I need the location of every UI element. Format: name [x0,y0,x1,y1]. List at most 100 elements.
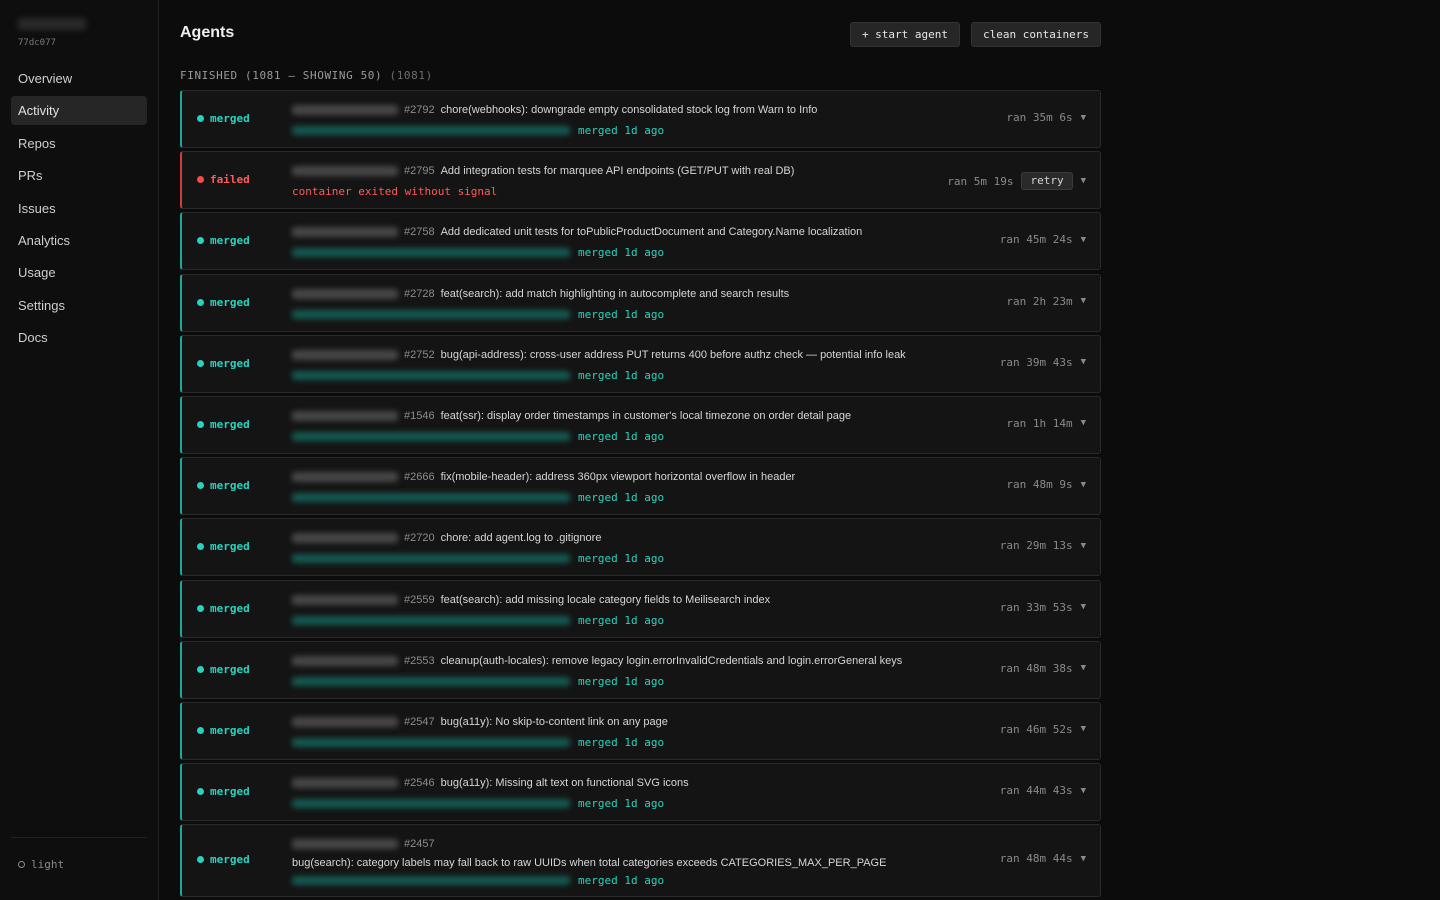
chevron-down-icon[interactable]: ▼ [1081,602,1086,612]
build-id: 77dc077 [18,38,56,48]
pr-number[interactable]: #2720 [404,532,435,544]
pr-number[interactable]: #2795 [404,165,435,177]
chevron-down-icon[interactable]: ▼ [1081,235,1086,245]
retry-button[interactable]: retry [1021,172,1073,191]
agent-row[interactable]: failed #2795 Add integration tests for ma… [180,151,1101,210]
sidebar-item-overview[interactable]: Overview [11,64,147,93]
agent-title: feat(search): add missing locale categor… [440,593,771,606]
pr-number[interactable]: #2559 [404,594,435,606]
agent-row[interactable]: merged #2728 feat(search): add match high… [180,273,1101,332]
chevron-down-icon[interactable]: ▼ [1081,663,1086,673]
status-dot-icon [197,604,204,612]
status-badge: merged [197,479,250,492]
agent-detail: merged 1d ago [578,797,665,811]
agent-row[interactable]: merged #2666 fix(mobile-header): address … [180,457,1101,516]
pr-number[interactable]: #2666 [404,471,435,483]
agent-row[interactable]: merged #2546 bug(a11y): Missing alt text … [180,763,1101,822]
chevron-down-icon[interactable]: ▼ [1081,724,1086,734]
agent-title: fix(mobile-header): address 360px viewpo… [440,471,796,484]
pr-number[interactable]: #1546 [404,410,435,422]
sidebar-divider [11,837,147,838]
repo-name-blurred [292,533,398,544]
agent-detail: merged 1d ago [578,552,665,566]
chevron-down-icon[interactable]: ▼ [1081,854,1086,864]
chevron-down-icon[interactable]: ▼ [1081,357,1086,367]
status-label: merged [210,295,250,309]
sidebar-nav: Overview Activity Repos PRs Issues Analy… [11,64,147,356]
branch-name-blurred [292,370,570,380]
pr-number[interactable]: #2758 [404,226,435,238]
status-badge: merged [197,724,250,737]
chevron-down-icon[interactable]: ▼ [1081,418,1086,428]
agent-row[interactable]: merged #2758 Add dedicated unit tests for… [180,212,1101,271]
status-label: merged [210,785,250,799]
agent-list: merged #2792 chore(webhooks): downgrade e… [180,90,1101,900]
agent-title: bug(a11y): Missing alt text on functiona… [440,777,689,790]
agent-detail: merged 1d ago [578,429,665,443]
status-dot-icon [197,176,204,184]
pr-number[interactable]: #2547 [404,716,435,728]
status-badge: merged [197,234,250,247]
chevron-down-icon[interactable]: ▼ [1081,113,1086,123]
sidebar-item-docs[interactable]: Docs [11,323,147,352]
agent-row[interactable]: merged #2559 feat(search): add missing lo… [180,579,1101,638]
status-label: merged [210,479,250,493]
pr-number[interactable]: #2457 [404,838,435,850]
pr-number[interactable]: #2546 [404,777,435,789]
agent-row[interactable]: merged #2752 bug(api-address): cross-user… [180,334,1101,393]
status-badge: merged [197,540,250,553]
sidebar-item-activity[interactable]: Activity [11,96,147,126]
pr-number[interactable]: #2752 [404,349,435,361]
agent-title: feat(ssr): display order timestamps in c… [440,409,852,422]
pr-number[interactable]: #2792 [404,104,435,116]
agent-row[interactable]: merged #2547 bug(a11y): No skip-to-conten… [180,701,1101,760]
status-label: merged [210,723,250,737]
sidebar-item-repos[interactable]: Repos [11,129,147,158]
status-badge: merged [197,853,250,866]
sidebar-item-prs[interactable]: PRs [11,161,147,190]
sidebar-item-settings[interactable]: Settings [11,291,147,320]
clean-containers-button[interactable]: clean containers [971,22,1101,47]
status-badge: merged [197,112,250,125]
run-duration: ran 5m 19s [947,174,1014,188]
pr-number[interactable]: #2553 [404,655,435,667]
chevron-down-icon[interactable]: ▼ [1081,541,1086,551]
agent-row[interactable]: merged #2792 chore(webhooks): downgrade e… [180,90,1101,148]
chevron-down-icon[interactable]: ▼ [1081,786,1086,796]
status-dot-icon [197,665,204,673]
header-actions: + start agent clean containers [849,22,1101,47]
agent-detail: merged 1d ago [578,246,665,260]
agent-row[interactable]: merged #1546 feat(ssr): display order tim… [180,395,1101,454]
chevron-down-icon[interactable]: ▼ [1081,296,1086,306]
sidebar: 77dc077 Overview Activity Repos PRs Issu… [0,0,159,900]
chevron-down-icon[interactable]: ▼ [1081,176,1086,186]
repo-name-blurred [292,410,398,421]
status-badge: merged [197,785,250,798]
run-duration: ran 35m 6s [1006,111,1073,124]
pr-number[interactable]: #2728 [404,288,435,300]
main-content: Agents + start agent clean containers FI… [180,0,1101,900]
repo-name-blurred [292,349,398,360]
status-dot-icon [197,482,204,490]
status-dot-icon [197,788,204,796]
status-dot-icon [197,543,204,551]
status-dot-icon [197,856,204,864]
theme-toggle[interactable]: light [18,858,64,871]
branch-name-blurred [292,615,570,625]
agent-row[interactable]: merged #2720 chore: add agent.log to .git… [180,518,1101,577]
status-label: merged [210,356,250,370]
start-agent-button[interactable]: + start agent [849,22,961,47]
sidebar-item-issues[interactable]: Issues [11,194,147,223]
sidebar-item-analytics[interactable]: Analytics [11,226,147,255]
status-label: merged [210,601,250,615]
status-badge: merged [197,602,250,615]
agent-title: bug(search): category labels may fall ba… [292,857,887,870]
sidebar-item-usage[interactable]: Usage [11,258,147,287]
branch-name-blurred [292,876,570,886]
status-badge: failed [197,173,250,186]
agent-row[interactable]: merged #2553 cleanup(auth-locales): remov… [180,640,1101,699]
status-dot-icon [197,726,204,734]
agent-row[interactable]: merged #2457 bug(search): category label… [180,824,1101,898]
run-duration: ran 39m 43s [999,355,1073,369]
chevron-down-icon[interactable]: ▼ [1081,480,1086,490]
